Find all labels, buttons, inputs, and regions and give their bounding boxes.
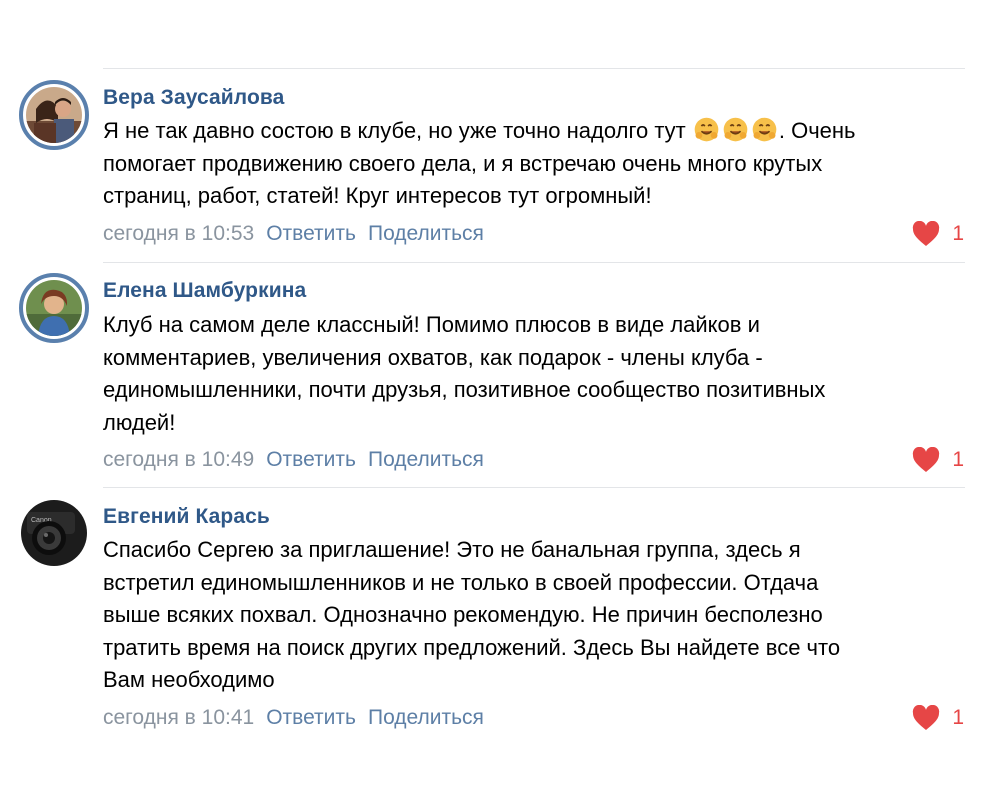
- like-button[interactable]: 1: [912, 447, 964, 473]
- like-button[interactable]: 1: [912, 221, 964, 247]
- reply-button[interactable]: Ответить: [266, 448, 356, 471]
- divider: [103, 68, 965, 69]
- share-button[interactable]: Поделиться: [368, 448, 484, 471]
- avatar[interactable]: Canon: [19, 498, 89, 568]
- comment-line: Я не так давно состою в клубе, но уже то…: [103, 117, 856, 143]
- comment-meta: сегодня в 10:41 Ответить Поделиться: [103, 706, 484, 730]
- comment-line: страниц, работ, статей! Круг интересов т…: [103, 183, 652, 208]
- like-count: 1: [952, 222, 964, 245]
- comment-text: Я не так давно состою в клубе, но уже то…: [103, 115, 953, 213]
- divider: [103, 487, 965, 488]
- share-button[interactable]: Поделиться: [368, 706, 484, 729]
- reply-button[interactable]: Ответить: [266, 222, 356, 245]
- comment-line: Клуб на самом деле классный! Помимо плюс…: [103, 312, 760, 337]
- like-count: 1: [952, 706, 964, 729]
- heart-icon: [913, 221, 940, 246]
- comment-line: Спасибо Сергею за приглашение! Это не ба…: [103, 537, 801, 562]
- comment-line: комментариев, увеличения охватов, как по…: [103, 344, 763, 370]
- avatar[interactable]: [19, 273, 89, 343]
- avatar[interactable]: [19, 80, 89, 150]
- heart-icon: [913, 447, 940, 472]
- comment-line: людей!: [103, 409, 176, 435]
- heart-icon: [913, 705, 940, 730]
- author-name[interactable]: Елена Шамбуркина: [103, 279, 306, 303]
- comment-line: помогает продвижению своего дела, и я вс…: [103, 150, 823, 176]
- comment-meta: сегодня в 10:53 Ответить Поделиться: [103, 222, 484, 246]
- timestamp[interactable]: сегодня в 10:53: [103, 222, 254, 245]
- reply-button[interactable]: Ответить: [266, 706, 356, 729]
- comment-text: Спасибо Сергею за приглашение! Это не ба…: [103, 534, 953, 697]
- author-name[interactable]: Евгений Карась: [103, 505, 270, 529]
- share-button[interactable]: Поделиться: [368, 222, 484, 245]
- timestamp[interactable]: сегодня в 10:41: [103, 706, 254, 729]
- hugging-face-emoji-icon: [752, 117, 777, 142]
- author-name[interactable]: Вера Заусайлова: [103, 86, 284, 110]
- like-count: 1: [952, 448, 964, 471]
- comment-line: встретил единомышленников и не только в …: [103, 569, 819, 595]
- divider: [103, 262, 965, 263]
- hugging-face-emoji-icon: [694, 117, 719, 142]
- hugging-face-emoji-icon: [723, 117, 748, 142]
- comment-line: выше всяких похвал. Однозначно рекоменду…: [103, 602, 823, 627]
- comment-line: тратить время на поиск других предложени…: [103, 634, 841, 660]
- timestamp[interactable]: сегодня в 10:49: [103, 448, 254, 471]
- comment-line: единомышленники, почти друзья, позитивно…: [103, 377, 826, 402]
- comment-meta: сегодня в 10:49 Ответить Поделиться: [103, 448, 484, 472]
- comment-text: Клуб на самом деле классный! Помимо плюс…: [103, 309, 953, 439]
- comments-feed: Вера Заусайлова Я не так давно состою в …: [0, 0, 1000, 800]
- like-button[interactable]: 1: [912, 705, 964, 731]
- comment-line: Вам необходимо: [103, 667, 275, 692]
